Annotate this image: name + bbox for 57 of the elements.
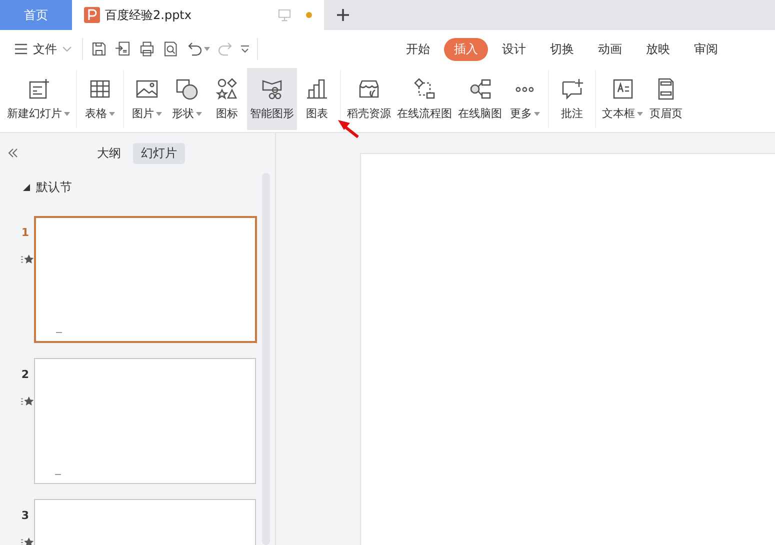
monitor-icon xyxy=(278,8,291,22)
mind-map-button[interactable]: 在线脑图 xyxy=(455,68,505,130)
comment-button[interactable]: 批注 xyxy=(552,68,592,130)
slide-plus-icon xyxy=(26,77,50,101)
slide-number: 3 xyxy=(21,509,30,522)
flowchart-button[interactable]: 在线流程图 xyxy=(394,68,455,130)
slide-number: 2 xyxy=(21,368,30,381)
document-title: 百度经验2.pptx xyxy=(105,6,192,24)
ribbon-tab[interactable]: 放映 xyxy=(636,38,680,60)
file-menu[interactable]: 文件 xyxy=(14,40,72,58)
presentation-file-icon xyxy=(84,7,100,23)
slide-thumbnail[interactable] xyxy=(34,358,256,484)
more-button[interactable]: 更多 xyxy=(505,68,545,130)
animation-star-icon xyxy=(21,537,34,545)
animation-star-icon xyxy=(21,396,34,407)
export-icon[interactable] xyxy=(114,40,132,58)
comment-icon xyxy=(560,77,584,101)
slide-number: 1 xyxy=(21,226,30,239)
symbols-icon xyxy=(215,77,239,101)
caret-icon[interactable] xyxy=(204,47,210,51)
panel-tab[interactable]: 幻灯片 xyxy=(133,142,185,164)
undo-icon[interactable] xyxy=(186,40,204,58)
slide-thumbnail[interactable] xyxy=(34,216,257,343)
mind-map-icon xyxy=(468,77,492,101)
text-box-button[interactable]: 文本框 xyxy=(599,68,646,130)
panel-tab[interactable]: 大纲 xyxy=(89,142,129,164)
symbols-button[interactable]: 图标 xyxy=(207,68,247,130)
slide-plus-button[interactable]: 新建幻灯片 xyxy=(4,68,73,130)
new-tab-button[interactable] xyxy=(336,8,350,22)
chevron-down-icon xyxy=(62,46,72,52)
bar-chart-icon xyxy=(305,77,329,101)
flowchart-icon xyxy=(412,77,436,101)
shapes-icon xyxy=(175,77,199,101)
ribbon-tab[interactable]: 审阅 xyxy=(684,38,728,60)
pointer-arrow-icon xyxy=(336,118,360,138)
shop-button[interactable]: 稻壳资源 xyxy=(344,68,394,130)
animation-star-icon xyxy=(21,254,34,265)
save-icon[interactable] xyxy=(90,40,108,58)
text-box-icon xyxy=(610,77,634,101)
collapse-icon[interactable] xyxy=(7,148,19,158)
customize-caret-icon[interactable] xyxy=(240,45,250,53)
print-icon[interactable] xyxy=(138,40,156,58)
ribbon-tab[interactable]: 切换 xyxy=(540,38,584,60)
bar-chart-button[interactable]: 图表 xyxy=(297,68,337,130)
image-button[interactable]: 图片 xyxy=(127,68,167,130)
ribbon-tab[interactable]: 动画 xyxy=(588,38,632,60)
document-tab[interactable]: 百度经验2.pptx xyxy=(72,0,324,30)
ribbon-tab[interactable]: 开始 xyxy=(396,38,440,60)
ribbon-tab[interactable]: 设计 xyxy=(492,38,536,60)
diagram-button[interactable]: 智能图形 xyxy=(247,68,297,130)
diagram-icon xyxy=(260,77,284,101)
section-header[interactable]: 默认节 xyxy=(0,173,262,201)
page-button[interactable]: 页眉页 xyxy=(646,68,686,130)
menu-icon xyxy=(14,43,28,55)
table-button[interactable]: 表格 xyxy=(80,68,120,130)
more-icon xyxy=(515,86,535,92)
shapes-button[interactable]: 形状 xyxy=(167,68,207,130)
